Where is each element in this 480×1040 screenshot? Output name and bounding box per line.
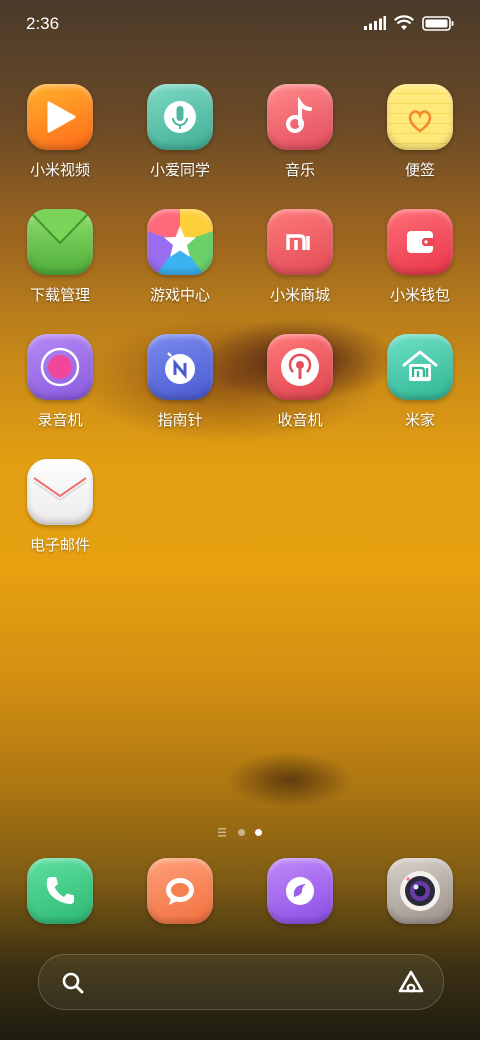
game-star-icon <box>147 209 213 275</box>
status-bar: 2:36 <box>0 0 480 50</box>
compass-icon <box>147 334 213 400</box>
status-icons <box>364 15 454 31</box>
browser-icon <box>267 858 333 924</box>
dock-camera[interactable] <box>360 858 480 924</box>
app-label: 下载管理 <box>29 286 90 304</box>
assistant-icon[interactable] <box>397 969 425 995</box>
app-label: 指南针 <box>157 411 203 429</box>
app-game-center[interactable]: 游戏中心 <box>120 209 240 334</box>
app-xiaoai[interactable]: 小爱同学 <box>120 84 240 209</box>
microphone-icon <box>147 84 213 150</box>
app-radio[interactable]: 收音机 <box>240 334 360 459</box>
signal-icon <box>364 16 386 30</box>
video-play-icon <box>27 84 93 150</box>
app-label: 录音机 <box>37 411 83 429</box>
page-dot-active <box>255 829 262 836</box>
dock-browser[interactable] <box>240 858 360 924</box>
app-mi-home[interactable]: 米家 <box>360 334 480 459</box>
app-label: 游戏中心 <box>149 286 210 304</box>
music-note-icon <box>267 84 333 150</box>
app-downloads[interactable]: 下载管理 <box>0 209 120 334</box>
radio-icon <box>267 334 333 400</box>
app-label: 小米视频 <box>29 161 90 179</box>
app-grid: 小米视频 小爱同学 音乐 便签 下载管理 游戏中心 小米商城 小米钱包 录音机 … <box>0 84 480 584</box>
app-label: 收音机 <box>277 411 323 429</box>
app-label: 米家 <box>404 411 435 429</box>
app-mi-wallet[interactable]: 小米钱包 <box>360 209 480 334</box>
status-time: 2:36 <box>26 14 60 33</box>
mi-store-icon <box>267 209 333 275</box>
app-compass[interactable]: 指南针 <box>120 334 240 459</box>
notes-heart-icon <box>387 84 453 150</box>
dock-phone[interactable] <box>0 858 120 924</box>
dock <box>0 858 480 924</box>
app-label: 小米商城 <box>269 286 330 304</box>
app-label: 便签 <box>404 161 435 179</box>
download-icon <box>27 209 93 275</box>
dock-messages[interactable] <box>120 858 240 924</box>
app-recorder[interactable]: 录音机 <box>0 334 120 459</box>
search-bar[interactable] <box>38 954 444 1010</box>
messages-icon <box>147 858 213 924</box>
phone-icon <box>27 858 93 924</box>
page-indicator[interactable] <box>0 828 480 837</box>
wifi-icon <box>394 15 414 30</box>
search-icon <box>62 972 84 994</box>
camera-icon <box>387 858 453 924</box>
app-notes[interactable]: 便签 <box>360 84 480 209</box>
app-label: 小爱同学 <box>149 161 210 179</box>
app-mi-store[interactable]: 小米商城 <box>240 209 360 334</box>
app-email[interactable]: 电子邮件 <box>0 459 120 584</box>
app-mi-video[interactable]: 小米视频 <box>0 84 120 209</box>
wallet-icon <box>387 209 453 275</box>
mi-home-icon <box>387 334 453 400</box>
app-label: 音乐 <box>284 161 315 179</box>
page-dot <box>238 829 245 836</box>
recorder-icon <box>27 334 93 400</box>
app-music[interactable]: 音乐 <box>240 84 360 209</box>
app-label: 电子邮件 <box>29 536 90 554</box>
feed-lines-icon <box>218 828 226 837</box>
battery-icon <box>422 15 454 31</box>
email-icon <box>27 459 93 525</box>
app-label: 小米钱包 <box>389 286 450 304</box>
